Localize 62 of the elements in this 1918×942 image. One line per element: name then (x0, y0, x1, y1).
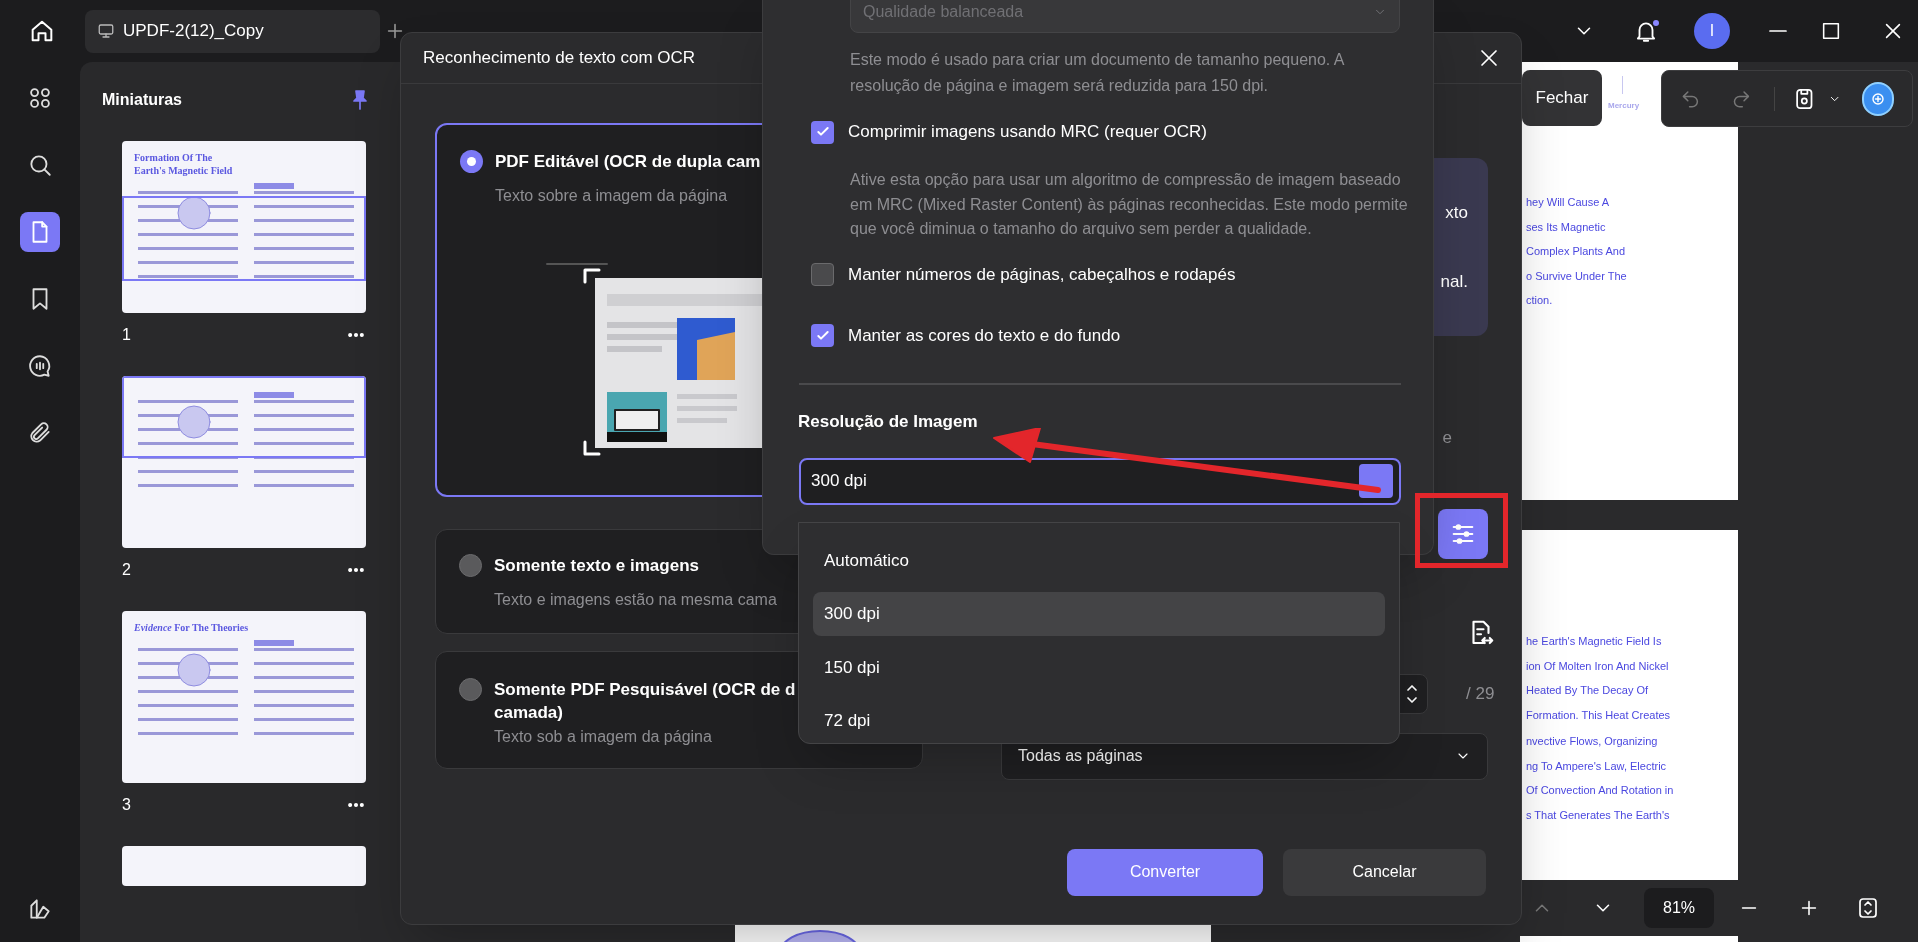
page-thumbnail[interactable]: Evidence For The Theories (122, 611, 366, 783)
maximize-icon[interactable] (1820, 20, 1842, 42)
option-description: Texto sobre a imagem da página (495, 186, 729, 206)
page-number: 1 (122, 325, 131, 345)
header-text: Mercury (1608, 100, 1640, 112)
page-tool[interactable] (20, 212, 60, 252)
thumbnail-heading: Formation Of The (134, 151, 214, 164)
search-icon (27, 152, 53, 178)
radio-button[interactable] (459, 678, 482, 701)
info-text: nal. (1440, 270, 1468, 293)
document-text-line: Formation. This Heat Creates (1526, 707, 1672, 723)
page-number: 2 (122, 560, 131, 580)
info-text: xto (1445, 202, 1468, 224)
radio-button[interactable] (460, 150, 483, 173)
document-text-line: o Survive Under The (1526, 268, 1628, 284)
monitor-icon (97, 22, 115, 40)
quality-description: Este modo é usado para criar um documento de tamanho pequeno. A resolução de página e imagem será reduzida para 150 dpi. (850, 50, 1346, 96)
checkbox[interactable] (811, 263, 834, 286)
settings-button[interactable] (1438, 508, 1488, 559)
document-text-line: hey Will Cause A (1526, 195, 1611, 210)
dropdown-option[interactable]: 300 dpi (813, 591, 1385, 636)
page-total: / 29 (1466, 682, 1495, 705)
page-number: 3 (122, 795, 131, 815)
checkbox[interactable] (811, 324, 834, 347)
page-thumbnail[interactable] (122, 846, 366, 886)
option-description: Texto e imagens estão na mesma cama (494, 590, 777, 610)
document-text-line: ng To Ampere's Law, Electric (1526, 758, 1668, 774)
comment-icon (27, 353, 53, 379)
document-text-line: Complex Plants And (1526, 244, 1627, 259)
document-text-line: Of Convection And Rotation in (1526, 783, 1675, 798)
panel-title: Miniaturas (102, 90, 182, 110)
document-text-line: ion Of Molten Iron And Nickel (1526, 658, 1670, 674)
resolution-select[interactable]: 300 dpi (799, 457, 1401, 505)
grid-icon (27, 85, 53, 111)
page-thumbnail[interactable] (122, 376, 366, 548)
tab-title: UPDF-2(12)_Copy (123, 20, 264, 43)
document-tab[interactable]: UPDF-2(12)_Copy (85, 9, 380, 53)
document-text-line: s That Generates The Earth's (1526, 807, 1671, 823)
close-button[interactable]: Fechar (1522, 70, 1602, 126)
document-text-line: ction. (1526, 293, 1554, 308)
option-title: camada) (494, 702, 564, 724)
document-text-line: nvective Flows, Organizing (1526, 734, 1659, 749)
assistant-icon[interactable] (1861, 81, 1894, 116)
dialog-title: Reconhecimento de texto com OCR (423, 47, 696, 70)
document-text-line: ses Its Magnetic (1526, 219, 1607, 235)
option-title: Somente PDF Pesquisável (OCR de d (494, 679, 796, 701)
option-description: Texto sob a imagem da página (494, 727, 713, 747)
document-text-line: he Earth's Magnetic Field Is (1526, 634, 1663, 649)
option-title: Somente texto e imagens (494, 555, 700, 577)
avatar[interactable]: I (1694, 13, 1730, 49)
page-thumbnail[interactable]: Formation Of The Earth's Magnetic Field (122, 141, 366, 313)
thumbnail-heading: Evidence For The Theories (134, 621, 250, 634)
option-title: PDF Editável (OCR de dupla cam (495, 151, 761, 173)
fit-page-icon[interactable] (1856, 896, 1880, 920)
zoom-field[interactable]: 81% (1644, 888, 1714, 928)
convert-button[interactable]: Converter (1067, 848, 1263, 896)
option-description: e (1442, 427, 1452, 449)
checkbox[interactable] (811, 120, 834, 144)
radio-button[interactable] (459, 554, 482, 577)
document-text-line: Heated By The Decay Of (1526, 683, 1650, 698)
cancel-button[interactable]: Cancelar (1283, 848, 1486, 896)
thumbnail-heading: Earth's Magnetic Field (134, 164, 234, 177)
